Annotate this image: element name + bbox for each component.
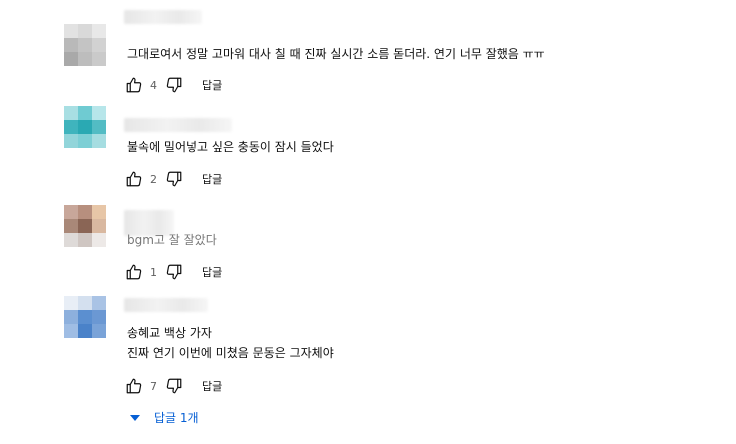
author-name-blurred[interactable] — [124, 10, 202, 24]
avatar[interactable] — [64, 24, 106, 66]
comment-text: bgm고 잘 잘았다 — [127, 233, 217, 247]
comment-text: 송혜교 백상 가자 — [127, 326, 212, 340]
thumbs-up-icon — [126, 264, 142, 280]
reply-button[interactable]: 답글 — [202, 171, 222, 187]
avatar[interactable] — [64, 296, 106, 338]
like-count: 2 — [150, 172, 157, 186]
caret-down-icon — [130, 414, 140, 421]
view-replies-label: 답글 1개 — [154, 411, 199, 425]
view-replies-button[interactable]: 답글 1개 — [130, 409, 199, 426]
thumbs-down-icon — [166, 171, 182, 187]
comment-text: 진짜 연기 이번에 미쳤음 문동은 그자체야 — [127, 346, 334, 360]
thumbs-up-icon — [126, 378, 142, 394]
avatar[interactable] — [64, 106, 106, 148]
comment-actions: 4 답글 — [124, 75, 222, 95]
avatar[interactable] — [64, 205, 106, 247]
thumbs-down-icon — [166, 378, 182, 394]
like-button[interactable] — [124, 75, 144, 95]
comment-text: 그대로여서 정말 고마워 대사 칠 때 진짜 실시간 소름 돋더라. 연기 너무… — [127, 47, 545, 61]
dislike-button[interactable] — [164, 169, 184, 189]
thumbs-up-icon — [126, 77, 142, 93]
reply-button[interactable]: 답글 — [202, 77, 222, 93]
reply-button[interactable]: 답글 — [202, 264, 222, 280]
like-button[interactable] — [124, 262, 144, 282]
dislike-button[interactable] — [164, 262, 184, 282]
comment-actions: 1 답글 — [124, 262, 222, 282]
author-name-blurred[interactable] — [124, 298, 208, 312]
author-name-blurred[interactable] — [124, 118, 232, 132]
dislike-button[interactable] — [164, 75, 184, 95]
like-button[interactable] — [124, 376, 144, 396]
comment-actions: 2 답글 — [124, 169, 222, 189]
like-button[interactable] — [124, 169, 144, 189]
like-count: 7 — [150, 379, 157, 393]
comment-text: 불속에 밀어넣고 싶은 충동이 잠시 들었다 — [127, 140, 334, 154]
thumbs-down-icon — [166, 77, 182, 93]
dislike-button[interactable] — [164, 376, 184, 396]
reply-button[interactable]: 답글 — [202, 378, 222, 394]
like-count: 4 — [150, 78, 157, 92]
thumbs-down-icon — [166, 264, 182, 280]
like-count: 1 — [150, 265, 157, 279]
comment-actions: 7 답글 — [124, 376, 222, 396]
thumbs-up-icon — [126, 171, 142, 187]
